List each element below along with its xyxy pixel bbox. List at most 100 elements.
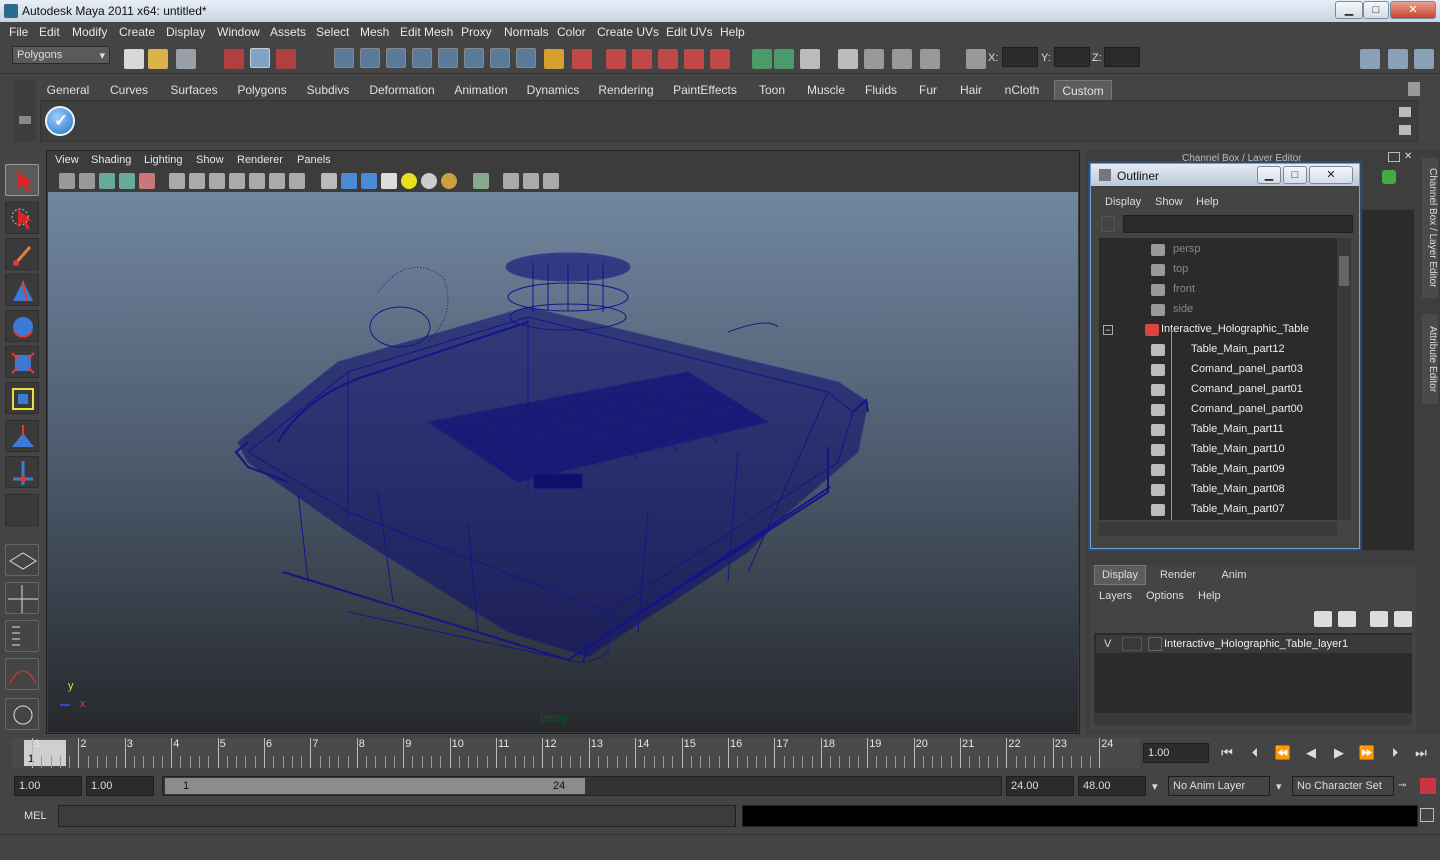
play-forwards-button[interactable]: ▶: [1328, 745, 1350, 765]
render-layer-icon[interactable]: [920, 49, 940, 69]
render-current-icon[interactable]: [606, 49, 626, 69]
shelf-scroll-up-icon[interactable]: [1399, 107, 1411, 117]
snap-point-icon[interactable]: [386, 48, 406, 68]
play-backwards-button[interactable]: ◀: [1300, 745, 1322, 765]
dock-float-icon[interactable]: [1388, 152, 1400, 162]
layer-visibility-toggle[interactable]: V: [1104, 638, 1111, 650]
menu-create-uvs[interactable]: Create UVs: [597, 25, 659, 39]
outliner-maximize-button[interactable]: □: [1283, 166, 1307, 184]
soft-modification-icon[interactable]: [5, 420, 39, 452]
new-layer-selected-icon[interactable]: [1394, 611, 1412, 627]
tab-animation[interactable]: Animation: [450, 80, 512, 100]
layer-type-toggle[interactable]: [1122, 637, 1142, 651]
playback-start-field[interactable]: 1.00: [86, 776, 154, 796]
tab-deformation[interactable]: Deformation: [364, 80, 440, 100]
menu-edit[interactable]: Edit: [39, 25, 60, 39]
new-layer-icon[interactable]: [1370, 611, 1388, 627]
current-frame-field[interactable]: 1.00: [1143, 743, 1209, 763]
playblast-icon[interactable]: [892, 49, 912, 69]
select-object-icon[interactable]: [250, 48, 270, 68]
tab-custom[interactable]: Custom: [1054, 80, 1112, 100]
key-icon[interactable]: ⊸: [1398, 780, 1412, 791]
range-slider[interactable]: 1 24: [162, 776, 1002, 796]
maximize-button[interactable]: □: [1363, 1, 1389, 19]
outliner-item[interactable]: Comand_panel_part03: [1099, 360, 1337, 380]
outliner-item[interactable]: Table_Main_part11: [1099, 420, 1337, 440]
menu-assets[interactable]: Assets: [270, 25, 306, 39]
select-hierarchy-icon[interactable]: [224, 49, 244, 69]
lasso-tool-icon[interactable]: [5, 202, 39, 234]
anim-layer-dropdown[interactable]: No Anim Layer: [1168, 776, 1270, 796]
start-time-field[interactable]: 1.00: [14, 776, 82, 796]
tab-rendering[interactable]: Rendering: [594, 80, 658, 100]
shelf-scroll-down-icon[interactable]: [1399, 125, 1411, 135]
last-tool-icon[interactable]: [5, 494, 39, 526]
render-view-icon[interactable]: [710, 49, 730, 69]
lock-icon[interactable]: [544, 49, 564, 69]
shelf-options[interactable]: [14, 80, 36, 142]
tab-fluids[interactable]: Fluids: [858, 80, 904, 100]
scrollbar-thumb[interactable]: [1339, 256, 1349, 286]
panel-menu-lighting[interactable]: Lighting: [144, 154, 183, 166]
channel-box-side-tab[interactable]: Channel Box / Layer Editor: [1422, 158, 1438, 298]
anim-layer-chevron-icon[interactable]: ▾: [1152, 780, 1158, 793]
channel-box-toggle-icon[interactable]: [1414, 49, 1434, 69]
outliner-item[interactable]: front: [1099, 280, 1337, 300]
render-settings-icon[interactable]: [658, 49, 678, 69]
range-slider-handle[interactable]: 1 24: [165, 778, 585, 794]
resolution-gate-icon[interactable]: [209, 173, 225, 189]
snap-curve-icon[interactable]: [360, 48, 380, 68]
menu-select[interactable]: Select: [316, 25, 349, 39]
layer-menu-options[interactable]: Options: [1146, 590, 1184, 602]
tab-fur[interactable]: Fur: [912, 80, 944, 100]
tool-settings-toggle-icon[interactable]: [1388, 49, 1408, 69]
move-tool-icon[interactable]: [5, 274, 39, 306]
persp-outliner-layout-icon[interactable]: [5, 620, 39, 652]
batch-render-icon[interactable]: [864, 49, 884, 69]
textured-icon[interactable]: [381, 173, 397, 189]
input-ops-icon[interactable]: [752, 49, 772, 69]
camera-attributes-icon[interactable]: [79, 173, 95, 189]
panel-menu-shading[interactable]: Shading: [91, 154, 131, 166]
step-forward-key-button[interactable]: ⏩: [1356, 745, 1378, 765]
2d-pan-zoom-icon[interactable]: [139, 173, 155, 189]
four-pane-layout-icon[interactable]: [5, 582, 39, 614]
move-layer-down-icon[interactable]: [1338, 611, 1356, 627]
outliner-search-field[interactable]: [1123, 215, 1353, 233]
tab-hair[interactable]: Hair: [952, 80, 990, 100]
char-set-chevron-icon[interactable]: ▾: [1276, 780, 1282, 793]
y-field[interactable]: [1054, 47, 1090, 67]
scale-tool-icon[interactable]: [5, 346, 39, 378]
backface-culling-icon[interactable]: [543, 173, 559, 189]
outliner-item[interactable]: Table_Main_part08: [1099, 480, 1337, 500]
attribute-editor-side-tab[interactable]: Attribute Editor: [1422, 314, 1438, 404]
snap-grid-icon[interactable]: [334, 48, 354, 68]
minimize-button[interactable]: ▁: [1335, 1, 1363, 19]
tab-general[interactable]: General: [40, 80, 96, 100]
layer-tab-display[interactable]: Display: [1094, 565, 1146, 585]
layer-tab-anim[interactable]: Anim: [1208, 565, 1260, 585]
safe-title-icon[interactable]: [289, 173, 305, 189]
shadows-icon[interactable]: [441, 173, 457, 189]
grid-icon[interactable]: [169, 173, 185, 189]
tab-surfaces[interactable]: Surfaces: [166, 80, 222, 100]
menu-edit-mesh[interactable]: Edit Mesh: [400, 25, 453, 39]
menu-modify[interactable]: Modify: [72, 25, 107, 39]
history-icon[interactable]: [572, 49, 592, 69]
checkmark-shelf-icon[interactable]: ✓: [45, 106, 75, 136]
menu-mesh[interactable]: Mesh: [360, 25, 389, 39]
single-pane-layout-icon[interactable]: [5, 544, 39, 576]
time-slider[interactable]: 1 12345678910111213141516171819202122232…: [12, 738, 1140, 768]
collapse-icon[interactable]: −: [1103, 325, 1113, 335]
trash-icon[interactable]: [1408, 82, 1420, 96]
rotate-tool-icon[interactable]: [5, 310, 39, 342]
go-to-end-button[interactable]: ⏭: [1410, 745, 1432, 765]
outliner-item[interactable]: persp: [1099, 240, 1337, 260]
select-tool-icon[interactable]: [5, 164, 39, 196]
close-button[interactable]: ✕: [1390, 1, 1436, 19]
smooth-shading-icon[interactable]: [341, 173, 357, 189]
dock-close-icon[interactable]: ✕: [1404, 152, 1416, 162]
outliner-menu-show[interactable]: Show: [1155, 196, 1183, 208]
outliner-minimize-button[interactable]: ▁: [1257, 166, 1281, 184]
character-set-dropdown[interactable]: No Character Set: [1292, 776, 1394, 796]
